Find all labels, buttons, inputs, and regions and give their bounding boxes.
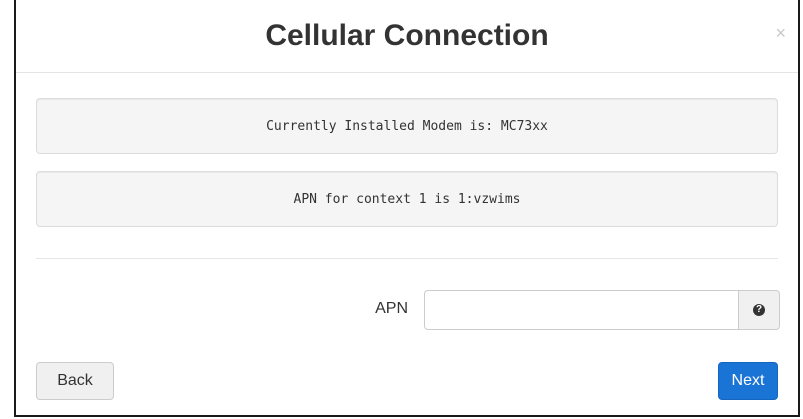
modem-info-text: Currently Installed Modem is: MC73xx: [266, 118, 548, 134]
modem-info-panel: Currently Installed Modem is: MC73xx: [36, 98, 778, 154]
back-button[interactable]: Back: [36, 362, 114, 400]
section-divider: [36, 258, 778, 259]
cellular-connection-dialog: Cellular Connection × Currently Installe…: [14, 0, 800, 417]
apn-input[interactable]: [424, 290, 738, 330]
dialog-title: Cellular Connection: [265, 19, 549, 52]
apn-help-button[interactable]: ?: [738, 290, 780, 330]
dialog-header: Cellular Connection ×: [16, 0, 798, 73]
apn-label: APN: [375, 300, 408, 317]
next-button[interactable]: Next: [718, 362, 778, 400]
close-icon[interactable]: ×: [775, 24, 786, 42]
apn-context-text: APN for context 1 is 1:vzwims: [293, 191, 521, 207]
apn-context-panel: APN for context 1 is 1:vzwims: [36, 171, 778, 227]
question-circle-icon: ?: [753, 304, 765, 316]
